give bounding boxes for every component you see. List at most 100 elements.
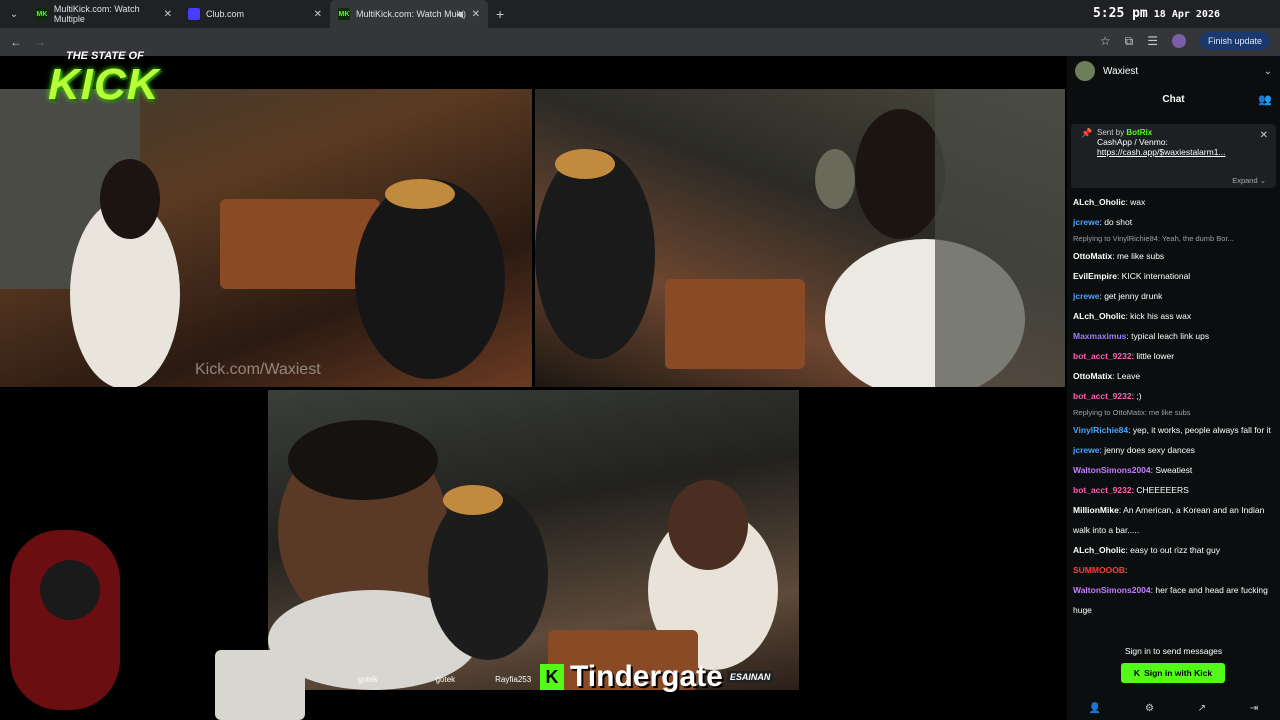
chat-username[interactable]: EvilEmpire xyxy=(1073,271,1117,281)
chat-username[interactable]: OttoMatix xyxy=(1073,251,1112,261)
kick-logo-icon: K xyxy=(540,664,564,690)
name-item: gotek xyxy=(435,674,456,684)
new-tab-icon[interactable]: + xyxy=(496,6,504,22)
chat-username[interactable]: jcrewe xyxy=(1073,291,1099,301)
pinned-line: CashApp / Venmo: xyxy=(1097,137,1168,147)
pillow-shape xyxy=(215,650,305,720)
streamer-hair xyxy=(855,109,945,239)
club-favicon xyxy=(188,8,200,20)
chat-text: jenny does sexy dances xyxy=(1104,445,1195,455)
stream-player-2[interactable] xyxy=(535,89,1065,387)
speaker-icon[interactable]: ◀) xyxy=(456,9,466,20)
chat-username[interactable]: VinylRichie84 xyxy=(1073,425,1128,435)
pinned-sender: Sent by BotRix xyxy=(1097,128,1153,137)
hat-shape xyxy=(385,179,455,209)
chat-channel-header[interactable]: Waxiest ⌄ xyxy=(1067,56,1280,86)
gaming-chair-shape xyxy=(10,530,120,710)
reply-context: Replying to OttoMatix: me like subs xyxy=(1073,406,1273,420)
bg-person-shape xyxy=(815,149,855,209)
chat-username[interactable]: bot_acct_9232 xyxy=(1073,391,1132,401)
tab-multikick-2[interactable]: MK MultiKick.com: Watch Mult ◀) ✕ xyxy=(330,0,488,28)
watermark-text: Kick.com/Waxiest xyxy=(195,361,321,378)
chat-username[interactable]: ALch_Oholic xyxy=(1073,197,1125,207)
chat-username[interactable]: SUMMOOOB xyxy=(1073,565,1125,575)
chat-message: EvilEmpire: KICK international xyxy=(1073,266,1273,286)
popout-icon[interactable]: ↗ xyxy=(1198,703,1206,714)
chat-text: kick his ass wax xyxy=(1130,311,1192,321)
collapse-icon[interactable]: ⇥ xyxy=(1250,703,1258,714)
tab-multikick-1[interactable]: MK MultiKick.com: Watch Multiple ✕ xyxy=(28,0,180,28)
reply-context: Replying to VinylRichie84: Yeah, the dum… xyxy=(1073,232,1273,246)
hat-shape xyxy=(443,485,503,515)
woman-hair xyxy=(668,480,748,570)
signin-prompt: Sign in to send messages xyxy=(1124,646,1223,656)
stream-player-1[interactable]: Kick.com/Waxiest xyxy=(0,89,532,387)
chat-username[interactable]: WaltonSimons2004 xyxy=(1073,585,1151,595)
back-icon[interactable]: ← xyxy=(4,35,28,49)
kick-logo-icon: K xyxy=(1133,668,1141,678)
chat-text: KICK international xyxy=(1121,271,1191,281)
pinned-link[interactable]: https://cash.app/$waxiestalarm1... xyxy=(1097,147,1268,157)
close-tab-icon[interactable]: ✕ xyxy=(164,9,172,20)
add-user-icon[interactable]: 👤 xyxy=(1089,703,1101,714)
close-icon[interactable]: ✕ xyxy=(1260,130,1268,141)
chat-username[interactable]: ALch_Oholic xyxy=(1073,311,1125,321)
extensions-icon[interactable]: ⧉ xyxy=(1125,34,1134,49)
chat-message: ALch_Oholic: kick his ass wax xyxy=(1073,306,1273,326)
logo-line2: KICK xyxy=(48,60,160,109)
chat-message: OttoMatix: Leave xyxy=(1073,366,1273,386)
tab-search-chevron-icon[interactable]: ⌄ xyxy=(0,0,28,28)
ticker: K Tindergate ESAINAN xyxy=(540,660,774,694)
streamer-hair xyxy=(100,159,160,239)
toolbar-actions: ☆ ⧉ ☰ Finish update xyxy=(1100,32,1270,50)
tab-strip: ⌄ MK MultiKick.com: Watch Multiple ✕ Clu… xyxy=(0,0,1280,28)
expand-button[interactable]: Expand ⌄ xyxy=(1232,176,1266,185)
profile-avatar-icon[interactable] xyxy=(1171,34,1186,48)
chat-message: jcrewe: do shot xyxy=(1073,212,1273,232)
chat-message: bot_acct_9232: ;) xyxy=(1073,386,1273,406)
ticker-text: Tindergate xyxy=(570,660,723,693)
person-figure xyxy=(355,179,505,379)
reply-text: Replying to OttoMatix: me like subs xyxy=(1073,408,1191,417)
headrest-shape xyxy=(40,560,100,620)
close-tab-icon[interactable]: ✕ xyxy=(314,9,322,20)
chat-message: jcrewe: get jenny drunk xyxy=(1073,286,1273,306)
chat-username[interactable]: bot_acct_9232 xyxy=(1073,485,1132,495)
chat-username[interactable]: bot_acct_9232 xyxy=(1073,351,1132,361)
tab-club[interactable]: Club.com ✕ xyxy=(180,0,330,28)
chat-messages: ALch_Oholic: wax jcrewe: do shot Replying … xyxy=(1073,192,1273,620)
chevron-down-icon[interactable]: ⌄ xyxy=(1264,66,1272,77)
name-item: gotek xyxy=(358,674,378,684)
chat-message: Maxmaximus: typical leach link ups xyxy=(1073,326,1273,346)
chat-username[interactable]: MillionMike xyxy=(1073,505,1119,515)
finish-update-button[interactable]: Finish update xyxy=(1199,32,1270,50)
signin-with-kick-button[interactable]: K Sign in with Kick xyxy=(1121,663,1225,683)
tab-title: Club.com xyxy=(206,9,245,19)
chat-username[interactable]: jcrewe xyxy=(1073,445,1099,455)
chat-message: WaltonSimons2004: her face and head are … xyxy=(1073,580,1273,620)
chat-text: Leave xyxy=(1116,371,1141,381)
webcam-overlay xyxy=(0,520,305,720)
users-icon[interactable]: 👥 xyxy=(1258,93,1272,106)
stream-player-3[interactable] xyxy=(268,390,799,690)
chat-title: Chat xyxy=(1162,93,1185,105)
tab-title: MultiKick.com: Watch Mult xyxy=(356,9,462,19)
table-shape xyxy=(665,279,805,369)
chat-username[interactable]: ALch_Oholic xyxy=(1073,545,1125,555)
chat-text: do shot xyxy=(1104,217,1133,227)
chat-footer: 👤 ⚙ ↗ ⇥ xyxy=(1067,698,1280,718)
chat-message: SUMMOOOB: xyxy=(1073,560,1273,580)
gear-icon[interactable]: ⚙ xyxy=(1145,703,1154,714)
chat-username[interactable]: OttoMatix xyxy=(1073,371,1112,381)
chat-message: bot_acct_9232: little lower xyxy=(1073,346,1273,366)
chat-message: MillionMike: An American, a Korean and a… xyxy=(1073,500,1273,540)
close-tab-icon[interactable]: ✕ xyxy=(472,9,480,20)
reading-list-icon[interactable]: ☰ xyxy=(1147,34,1158,48)
bookmark-star-icon[interactable]: ☆ xyxy=(1100,34,1111,48)
multikick-favicon: MK xyxy=(36,8,48,20)
pinned-message[interactable]: 📌 ✕ Sent by BotRix CashApp / Venmo: http… xyxy=(1071,124,1276,188)
chat-username[interactable]: Maxmaximus xyxy=(1073,331,1126,341)
chat-username[interactable]: WaltonSimons2004 xyxy=(1073,465,1151,475)
shutter-shape xyxy=(935,89,1065,387)
chat-username[interactable]: jcrewe xyxy=(1073,217,1099,227)
